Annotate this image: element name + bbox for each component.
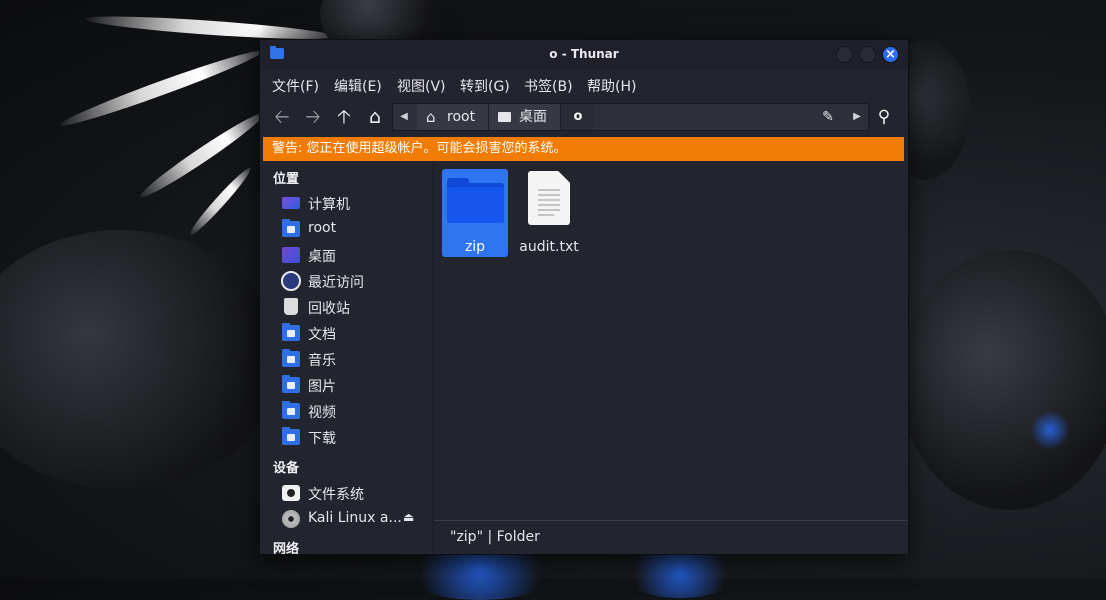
file-name: zip: [464, 239, 486, 255]
scroll-left-icon[interactable]: ◀: [393, 104, 415, 130]
downloads-folder-icon: [282, 427, 300, 445]
sidebar-item-music[interactable]: 音乐: [280, 348, 430, 370]
home-icon[interactable]: ⌂: [364, 107, 386, 127]
title-bar[interactable]: o - Thunar ×: [260, 40, 908, 70]
path-bar: ◀ ⌂ root 桌面 o ✎ ▶: [392, 103, 869, 131]
computer-icon: [282, 197, 300, 209]
text-file-icon: [528, 171, 570, 225]
desktop-icon: [282, 247, 300, 263]
sidebar-item-pictures[interactable]: 图片: [280, 374, 430, 396]
sidebar-item-videos[interactable]: 视频: [280, 400, 430, 422]
arrow-right-icon[interactable]: 🡢: [302, 107, 324, 127]
recent-icon: [281, 271, 301, 291]
sidebar-heading-places: 位置: [273, 172, 300, 187]
close-button[interactable]: ×: [882, 46, 899, 63]
arrow-left-icon[interactable]: 🡠: [271, 107, 293, 127]
sidebar-item-root[interactable]: root: [280, 218, 430, 240]
sidebar-heading-devices: 设备: [273, 461, 300, 476]
edit-location-icon[interactable]: ✎: [820, 109, 836, 125]
documents-folder-icon: [282, 323, 300, 341]
sidebar-item-label: 图片: [308, 379, 336, 395]
menu-go[interactable]: 转到(G): [460, 76, 510, 96]
videos-folder-icon: [282, 401, 300, 419]
file-manager-window: o - Thunar × 文件(F) 编辑(E) 视图(V) 转到(G) 书签(…: [259, 39, 909, 555]
sidebar-item-trash[interactable]: 回收站: [280, 296, 430, 318]
home-folder-icon: [282, 219, 300, 237]
menu-edit[interactable]: 编辑(E): [334, 76, 382, 96]
eject-icon[interactable]: ⏏: [403, 510, 414, 524]
sidebar-item-documents[interactable]: 文档: [280, 322, 430, 344]
status-text: "zip" | Folder: [450, 529, 540, 545]
file-item-text[interactable]: audit.txt: [516, 169, 582, 257]
sidebar-item-kali-disc[interactable]: Kali Linux a... ⏏: [280, 508, 430, 530]
home-icon: ⌂: [426, 108, 436, 126]
menu-view[interactable]: 视图(V): [397, 76, 446, 96]
path-segment-label: 桌面: [519, 109, 547, 125]
arrow-up-icon[interactable]: 🡡: [333, 107, 355, 127]
optical-disc-icon: [282, 510, 300, 528]
pictures-folder-icon: [282, 375, 300, 393]
sidebar-item-computer[interactable]: 计算机: [280, 192, 430, 214]
sidebar-item-label: 计算机: [308, 197, 350, 213]
sidebar-item-label: 文档: [308, 327, 336, 343]
sidebar-item-label: 音乐: [308, 353, 336, 369]
menu-bar: 文件(F) 编辑(E) 视图(V) 转到(G) 书签(B) 帮助(H): [260, 71, 908, 97]
sidebar-item-label: 视频: [308, 405, 336, 421]
file-name: audit.txt: [519, 239, 579, 255]
music-folder-icon: [282, 349, 300, 367]
menu-bookmarks[interactable]: 书签(B): [524, 76, 573, 96]
toolbar: 🡠 🡢 🡡 ⌂ ◀ ⌂ root 桌面 o ✎ ▶ ⚲: [260, 100, 908, 134]
minimize-button[interactable]: [836, 46, 853, 63]
menu-file[interactable]: 文件(F): [272, 76, 319, 96]
scroll-right-icon[interactable]: ▶: [846, 104, 868, 130]
sidebar-item-desktop[interactable]: 桌面: [280, 244, 430, 266]
sidebar-item-label: root: [308, 220, 337, 236]
menu-help[interactable]: 帮助(H): [587, 76, 636, 96]
drive-icon: [282, 485, 300, 501]
path-segment-label: root: [447, 109, 476, 125]
path-segment-root[interactable]: ⌂ root: [417, 104, 489, 130]
file-item-folder[interactable]: zip: [442, 169, 508, 257]
trash-icon: [284, 298, 298, 315]
desktop-icon: [498, 112, 511, 122]
sidebar-item-recent[interactable]: 最近访问: [280, 270, 430, 292]
status-bar: "zip" | Folder: [434, 520, 908, 555]
sidebar-item-filesystem[interactable]: 文件系统: [280, 482, 430, 504]
sidebar: 位置 计算机 root 桌面 最近访问 回收站 文档 音乐 图片 视频 下载 设…: [260, 164, 434, 554]
sidebar-item-label: 文件系统: [308, 487, 364, 503]
sidebar-item-label: 最近访问: [308, 275, 364, 291]
folder-icon: [447, 178, 504, 223]
sidebar-item-label: 桌面: [308, 249, 336, 265]
file-view[interactable]: zip audit.txt: [434, 164, 908, 520]
root-warning-banner: 警告: 您正在使用超级帐户。可能会损害您的系统。: [263, 137, 904, 161]
sidebar-heading-network: 网络: [273, 542, 300, 554]
sidebar-item-label: 回收站: [308, 301, 350, 317]
sidebar-item-label: Kali Linux a...: [308, 510, 402, 526]
search-icon[interactable]: ⚲: [873, 107, 895, 127]
window-title: o - Thunar: [549, 47, 619, 61]
sidebar-item-label: 下载: [308, 431, 336, 447]
path-segment-desktop[interactable]: 桌面: [489, 104, 561, 130]
path-segment-current[interactable]: o: [561, 104, 595, 130]
sidebar-item-downloads[interactable]: 下载: [280, 426, 430, 448]
maximize-button[interactable]: [859, 46, 876, 63]
